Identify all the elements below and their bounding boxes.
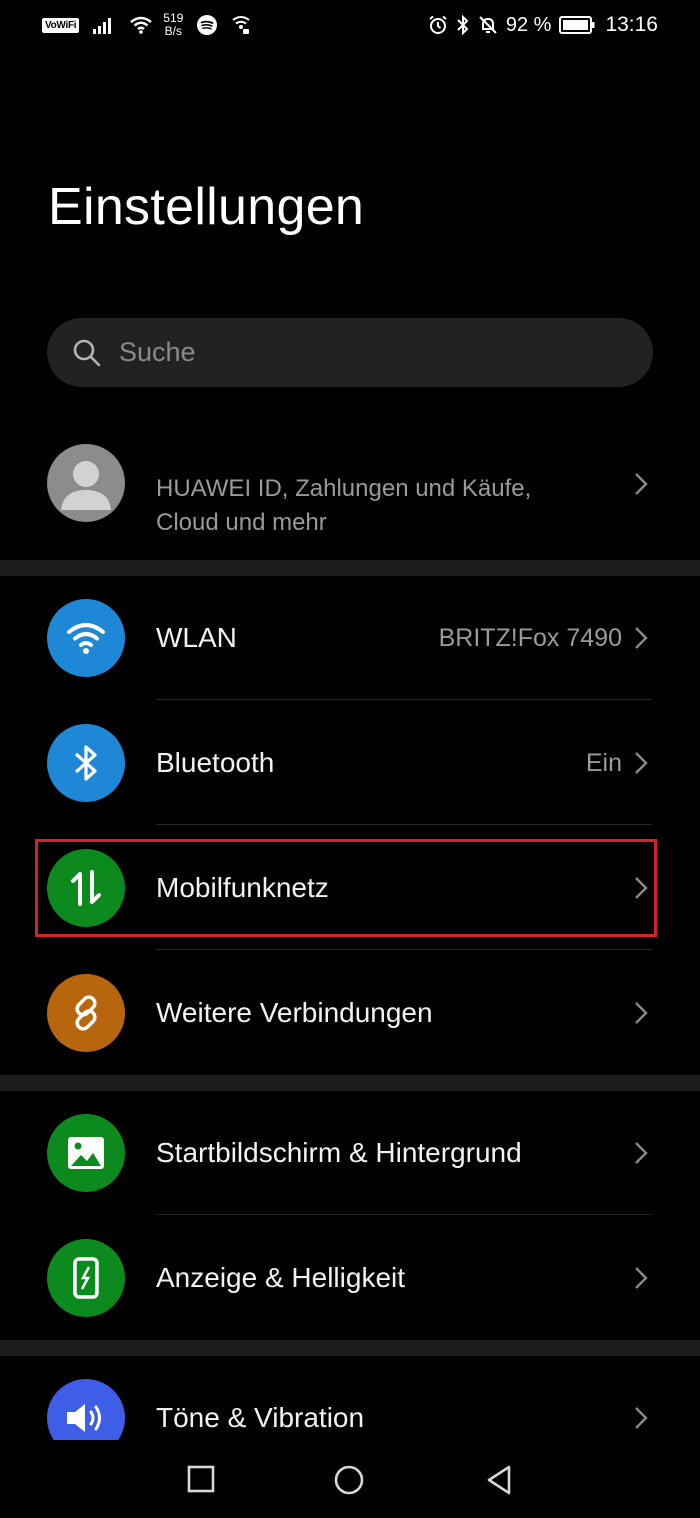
mute-icon (478, 15, 498, 35)
settings-item-value: Ein (585, 748, 622, 777)
status-bar: VoWiFi 519 B/s 92 % 13:16 (0, 0, 700, 50)
row-separator (156, 949, 652, 950)
battery-percent: 92 % (505, 13, 552, 36)
settings-item-home-wallpaper[interactable]: Startbildschirm & Hintergrund (0, 1091, 700, 1215)
settings-item-label: Mobilfunknetz (156, 872, 329, 903)
account-line-1: HUAWEI ID, Zahlungen und Käufe, (156, 475, 532, 502)
chevron-right-icon (635, 473, 648, 495)
avatar (47, 444, 125, 522)
wifi-icon (47, 599, 125, 677)
chevron-right-icon (635, 1002, 648, 1024)
recents-icon[interactable] (186, 1464, 216, 1494)
vowifi-badge: VoWiFi (42, 17, 80, 33)
bluetooth-icon (456, 15, 470, 35)
wifi-icon (129, 16, 153, 34)
status-bar-right: 92 % 13:16 (414, 0, 658, 50)
chevron-right-icon (635, 627, 648, 649)
settings-item-label: Bluetooth (156, 747, 275, 778)
page-title: Einstellungen (48, 178, 365, 236)
net-speed-unit: B/s (164, 24, 182, 38)
chevron-right-icon (635, 1142, 648, 1164)
alarm-icon (428, 15, 448, 35)
row-separator (156, 1214, 652, 1215)
signal-icon (93, 16, 115, 34)
chevron-right-icon (635, 1267, 648, 1289)
battery-icon (559, 16, 595, 34)
hotspot-icon (231, 15, 251, 35)
settings-item-wlan[interactable]: WLAN BRITZ!Fox 7490 (0, 576, 700, 700)
section-divider (0, 1340, 700, 1356)
net-speed: 519 B/s (163, 12, 183, 38)
settings-item-display-brightness[interactable]: Anzeige & Helligkeit (0, 1216, 700, 1340)
account-line-2: Cloud und mehr (156, 509, 327, 536)
search-icon (71, 337, 103, 369)
home-icon[interactable] (333, 1464, 365, 1496)
chevron-right-icon (635, 1407, 648, 1429)
mobile-data-icon (47, 849, 125, 927)
settings-item-bluetooth[interactable]: Bluetooth Ein (0, 701, 700, 825)
settings-item-mobile-network[interactable]: Mobilfunknetz (0, 826, 700, 950)
spotify-icon (197, 15, 218, 35)
phone-brightness-icon (47, 1239, 125, 1317)
status-bar-left: VoWiFi 519 B/s (42, 0, 251, 50)
link-icon (47, 974, 125, 1052)
back-icon[interactable] (484, 1464, 514, 1496)
account-row[interactable]: HUAWEI ID, Zahlungen und Käufe, Cloud un… (0, 432, 700, 560)
image-icon (47, 1114, 125, 1192)
settings-item-label: Weitere Verbindungen (156, 997, 433, 1028)
search-bar[interactable] (47, 318, 653, 387)
clock: 13:16 (605, 13, 658, 36)
chevron-right-icon (635, 752, 648, 774)
settings-item-more-connections[interactable]: Weitere Verbindungen (0, 951, 700, 1075)
settings-item-label: WLAN (156, 622, 237, 653)
row-separator (156, 824, 652, 825)
settings-item-label: Startbildschirm & Hintergrund (156, 1137, 522, 1168)
bluetooth-icon (47, 724, 125, 802)
chevron-right-icon (635, 877, 648, 899)
navigation-bar (0, 1440, 700, 1518)
section-divider (0, 560, 700, 576)
section-divider (0, 1075, 700, 1091)
search-input[interactable] (117, 336, 601, 369)
settings-item-value: BRITZ!Fox 7490 (438, 623, 622, 652)
row-separator (156, 699, 652, 700)
settings-item-label: Anzeige & Helligkeit (156, 1262, 406, 1293)
account-description: HUAWEI ID, Zahlungen und Käufe, Cloud un… (156, 472, 531, 540)
